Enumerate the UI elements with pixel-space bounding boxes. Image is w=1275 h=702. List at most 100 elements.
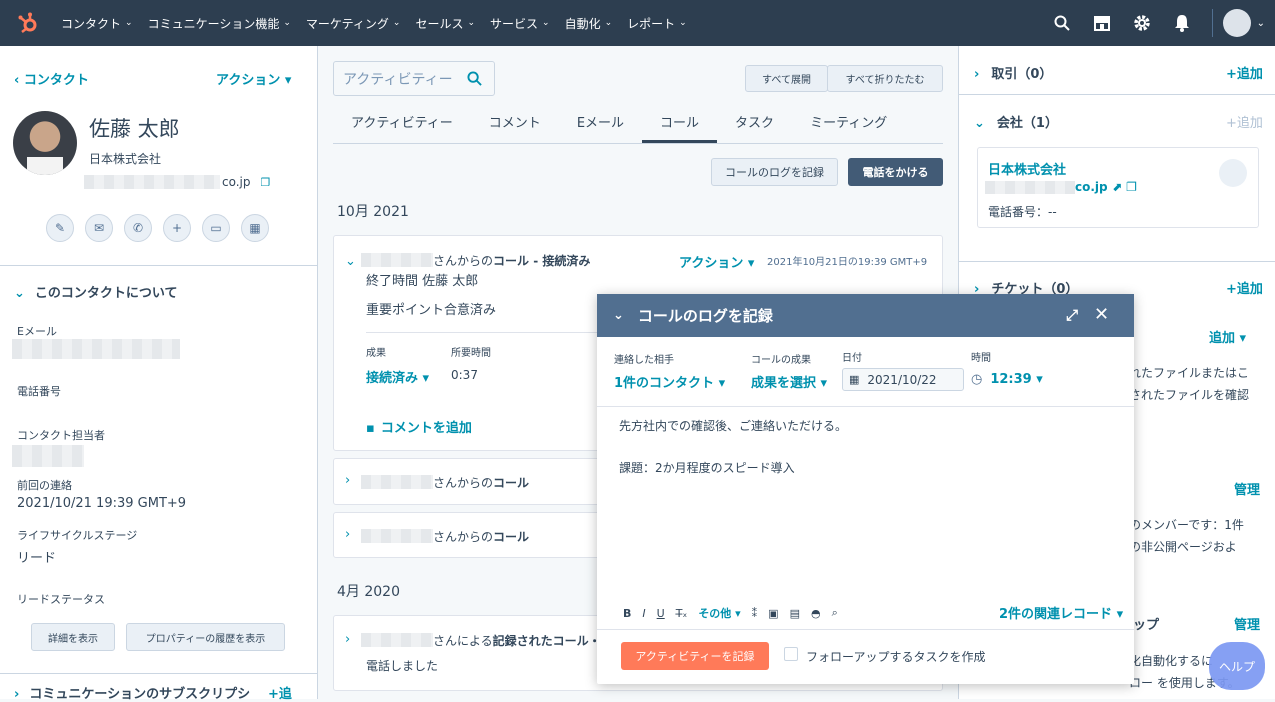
meeting-button[interactable]: ▦ — [241, 214, 269, 242]
call-notes-line[interactable]: 先方社内での確認後、ご連絡いただける。 — [619, 417, 847, 434]
expand-icon[interactable]: ⤢ — [1066, 306, 1078, 324]
marketplace-icon[interactable] — [1093, 14, 1111, 32]
attachment-icon[interactable]: ⌕ — [832, 606, 838, 620]
company-name-link[interactable]: 日本株式会社 — [988, 159, 1066, 178]
activity-search-input[interactable]: アクティビティー — [333, 61, 495, 96]
user-avatar[interactable] — [1222, 9, 1251, 37]
gear-icon[interactable] — [1133, 14, 1151, 32]
snippet-icon[interactable]: ▤ — [790, 607, 800, 620]
card-actions-dropdown[interactable]: アクション ▾ — [679, 252, 754, 271]
nav-contacts[interactable]: コンタクト ⌄ — [61, 15, 133, 32]
company-domain-link[interactable]: co.jp ⬈ ❐ — [1075, 180, 1137, 194]
companies-add-link[interactable]: +追加 — [1226, 112, 1263, 131]
manage-link[interactable]: 管理 — [1234, 479, 1260, 498]
make-call-button[interactable]: 電話をかける — [848, 158, 943, 186]
nav-marketing[interactable]: マーケティング ⌄ — [306, 15, 401, 32]
time-dropdown[interactable]: ◷ 12:39 ▾ — [971, 372, 1043, 387]
chevron-down-icon[interactable]: ⌄ — [613, 308, 624, 323]
nav-automation[interactable]: 自動化 ⌄ — [565, 15, 613, 32]
chevron-right-icon[interactable]: › — [345, 632, 350, 647]
tab-meetings[interactable]: ミーティング — [792, 104, 905, 143]
subscriptions-add-link[interactable]: +追 — [268, 683, 292, 702]
hubspot-logo-icon[interactable] — [17, 12, 39, 34]
property-history-button[interactable]: プロパティーの履歴を表示 — [126, 623, 285, 651]
more-dropdown[interactable]: その他 ▾ — [698, 605, 740, 621]
expand-all-button[interactable]: すべて展開 — [745, 65, 828, 92]
deals-section-header[interactable]: › 取引（0） — [974, 63, 1052, 82]
tab-activity[interactable]: アクティビティー — [333, 104, 471, 143]
tab-tasks[interactable]: タスク — [717, 104, 792, 143]
underline-icon[interactable]: U — [657, 607, 665, 620]
task-button[interactable]: ▭ — [202, 214, 230, 242]
about-section-header[interactable]: ⌄ このコンタクトについて — [14, 282, 178, 301]
divider — [1211, 9, 1213, 37]
tickets-add-link[interactable]: +追加 — [1226, 278, 1263, 297]
divider — [0, 265, 317, 266]
lifecycle-value[interactable]: リード — [17, 547, 56, 566]
view-details-button[interactable]: 詳細を表示 — [31, 623, 115, 651]
personalize-icon[interactable]: ⁑ — [752, 607, 758, 620]
contacted-dropdown[interactable]: 1件のコンタクト ▾ — [614, 372, 725, 391]
attachments-add-dropdown[interactable]: 追加 ▾ — [1209, 327, 1246, 346]
search-icon[interactable] — [1053, 14, 1071, 32]
call-button[interactable]: ✆ — [124, 214, 152, 242]
tab-email[interactable]: Eメール — [559, 104, 642, 143]
top-icons: ⌄ — [1042, 0, 1275, 46]
followup-checkbox[interactable] — [784, 647, 798, 661]
tab-comments[interactable]: コメント — [471, 104, 559, 143]
modal-title: コールのログを記録 — [637, 307, 773, 325]
deals-add-link[interactable]: +追加 — [1226, 63, 1263, 82]
add-button[interactable]: + — [163, 214, 191, 242]
duration-value[interactable]: 0:37 — [451, 368, 478, 382]
chevron-right-icon[interactable]: › — [345, 473, 350, 488]
manage-link[interactable]: 管理 — [1234, 614, 1260, 633]
log-call-button[interactable]: コールのログを記録 — [711, 158, 838, 186]
image-icon[interactable]: ▣ — [768, 607, 778, 620]
quick-actions: ✎ ✉ ✆ + ▭ ▦ — [46, 214, 269, 242]
card-note[interactable]: 重要ポイント合意済み — [366, 299, 496, 318]
knowledge-icon[interactable]: ◓ — [811, 607, 821, 620]
redacted-text — [361, 633, 433, 647]
email-value[interactable] — [12, 339, 180, 359]
owner-value[interactable] — [12, 445, 84, 467]
bold-icon[interactable]: B — [623, 607, 631, 620]
actions-dropdown[interactable]: アクション ▾ — [216, 69, 291, 88]
bell-icon[interactable] — [1173, 14, 1191, 32]
contact-name: 佐藤 太郎 — [89, 117, 180, 141]
nav-sales[interactable]: セールス ⌄ — [415, 15, 475, 32]
nav-conversations[interactable]: コミュニケーション機能 ⌄ — [148, 15, 291, 32]
chevron-right-icon[interactable]: › — [345, 527, 350, 542]
add-comment-link[interactable]: ▪ コメントを追加 — [366, 417, 472, 436]
month-header: 10月 2021 — [337, 204, 409, 220]
italic-icon[interactable]: I — [642, 607, 645, 620]
prop-label: リードステータス — [17, 593, 105, 606]
call-notes-line[interactable]: 課題：2か月程度のスピード導入 — [619, 459, 795, 476]
chevron-right-icon: › — [14, 687, 20, 702]
redacted-text — [84, 175, 220, 189]
copy-icon[interactable]: ❐ — [261, 176, 271, 189]
date-input[interactable]: ▦ 2021/10/22 — [842, 368, 964, 391]
subscriptions-section-header[interactable]: › コミュニケーションのサブスクリプシ — [14, 683, 250, 702]
help-button[interactable]: ヘルプ — [1209, 642, 1265, 690]
tab-calls[interactable]: コール — [642, 104, 718, 143]
log-activity-button[interactable]: アクティビティーを記録 — [621, 642, 769, 670]
chevron-down-icon[interactable]: ⌄ — [345, 254, 356, 269]
clear-format-icon[interactable]: T̶ₓ — [676, 607, 688, 620]
collapse-all-button[interactable]: すべて折りたたむ — [827, 65, 943, 92]
back-to-contacts-link[interactable]: ‹ コンタクト — [14, 69, 89, 88]
nav-reports[interactable]: レポート ⌄ — [627, 15, 687, 32]
email-button[interactable]: ✉ — [85, 214, 113, 242]
call-outcome-dropdown[interactable]: 成果を選択 ▾ — [751, 372, 827, 391]
note-button[interactable]: ✎ — [46, 214, 74, 242]
phone-icon: ✆ — [132, 221, 144, 235]
chevron-down-icon[interactable]: ⌄ — [1257, 18, 1265, 29]
chevron-down-icon: ⌄ — [604, 18, 613, 28]
plus-icon: + — [171, 221, 183, 235]
divider — [959, 261, 1275, 262]
related-records-dropdown[interactable]: 2件の関連レコード ▾ — [999, 603, 1123, 622]
outcome-label: 成果 — [366, 348, 386, 359]
nav-service[interactable]: サービス ⌄ — [490, 15, 550, 32]
outcome-dropdown[interactable]: 接続済み ▾ — [366, 367, 429, 386]
close-icon[interactable]: ✕ — [1094, 304, 1109, 325]
companies-section-header[interactable]: ⌄ 会社（1） — [974, 112, 1058, 131]
